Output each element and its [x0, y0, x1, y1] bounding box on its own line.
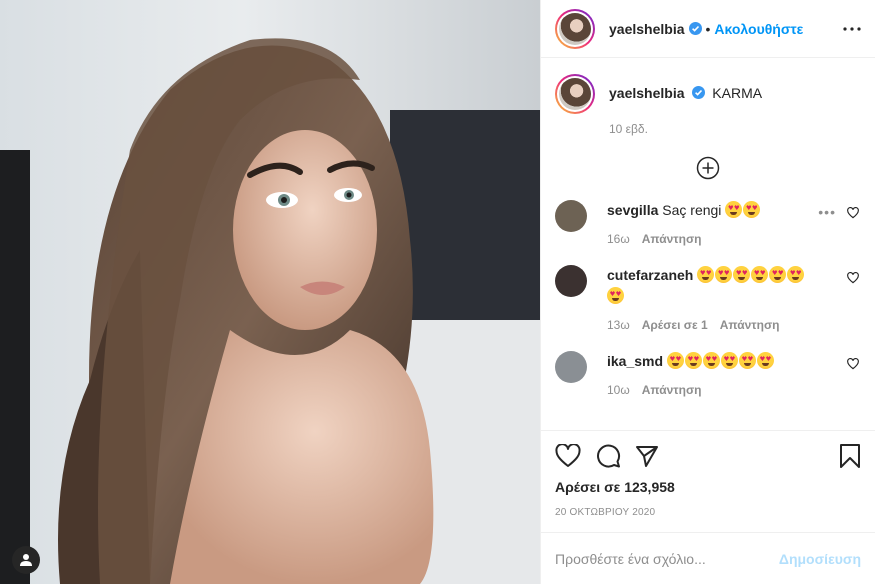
comment-options-icon[interactable]: ••• [818, 204, 836, 220]
tagged-users-button[interactable] [12, 546, 40, 574]
author-avatar[interactable] [555, 8, 595, 49]
heart-icon [555, 444, 581, 467]
reply-button[interactable]: Απάντηση [642, 383, 702, 397]
star-struck-emoji-icon [666, 352, 684, 369]
comment-likes[interactable]: Αρέσει σε 1 [642, 318, 708, 332]
comment-item: cutefarzaneh 13ω Αρέσει σε 1 Απάντηση [555, 265, 861, 336]
star-struck-emoji-icon [738, 352, 756, 369]
star-struck-emoji-icon [684, 352, 702, 369]
comment-input[interactable] [555, 550, 779, 567]
commenter-username[interactable]: cutefarzaneh [607, 267, 693, 283]
portrait-image [0, 0, 540, 584]
post-photo[interactable] [0, 0, 540, 584]
star-struck-emoji-icon [715, 266, 733, 283]
comment-time[interactable]: 10ω [607, 383, 630, 397]
caption-time[interactable]: 10 εβδ. [609, 120, 762, 138]
plus-circle-icon [696, 156, 720, 180]
share-button[interactable] [635, 444, 659, 468]
follow-button[interactable]: Ακολουθήστε [714, 21, 803, 37]
bookmark-icon [840, 444, 860, 468]
comment-item: ika_smd 10ω Απάντηση [555, 351, 861, 401]
post-side-panel: yaelshelbia • Ακολουθήστε yaelshelbia KA… [540, 0, 875, 584]
reply-button[interactable]: Απάντηση [720, 318, 780, 332]
commenter-avatar[interactable] [555, 265, 587, 297]
heart-icon [847, 271, 859, 284]
verified-badge-icon [688, 22, 702, 35]
comment-item: sevgilla Saç rengi 16ω Απάντηση ••• [555, 200, 861, 250]
star-struck-emoji-icon [697, 266, 715, 283]
likes-count[interactable]: Αρέσει σε 123,958 [555, 479, 861, 495]
more-options-button[interactable] [843, 26, 861, 31]
comment-like-button[interactable] [847, 206, 859, 224]
commenter-username[interactable]: ika_smd [607, 353, 663, 369]
star-struck-emoji-icon [725, 201, 743, 218]
verified-badge-icon [692, 86, 706, 99]
comment-text: Saç rengi [662, 202, 722, 218]
commenter-username[interactable]: sevgilla [607, 202, 658, 218]
author-username[interactable]: yaelshelbia [609, 21, 685, 37]
instagram-post: yaelshelbia • Ακολουθήστε yaelshelbia KA… [0, 0, 875, 584]
star-struck-emoji-icon [756, 352, 774, 369]
comment-like-button[interactable] [847, 271, 859, 289]
star-struck-emoji-icon [720, 352, 738, 369]
post-date[interactable]: 20 ΟΚΤΩΒΡΙΟΥ 2020 [555, 507, 861, 518]
paper-plane-icon [636, 446, 658, 467]
reply-button[interactable]: Απάντηση [642, 232, 702, 246]
post-actions: Αρέσει σε 123,958 20 ΟΚΤΩΒΡΙΟΥ 2020 [541, 430, 875, 518]
comment-like-button[interactable] [847, 357, 859, 375]
save-button[interactable] [839, 443, 861, 469]
star-struck-emoji-icon [769, 266, 787, 283]
star-struck-emoji-icon [787, 266, 805, 283]
star-struck-emoji-icon [751, 266, 769, 283]
caption-username[interactable]: yaelshelbia [609, 85, 685, 101]
star-struck-emoji-icon [733, 266, 751, 283]
star-struck-emoji-icon [743, 201, 761, 218]
comment-time[interactable]: 13ω [607, 318, 630, 332]
comment-button[interactable] [595, 443, 621, 469]
separator-dot: • [705, 20, 711, 37]
comment-list: sevgilla Saç rengi 16ω Απάντηση ••• cutefar… [555, 200, 861, 401]
caption-text: KARMA [712, 85, 763, 101]
star-struck-emoji-icon [607, 287, 624, 304]
load-more-comments-button[interactable] [555, 156, 861, 180]
user-icon [20, 554, 32, 566]
heart-icon [847, 206, 859, 219]
commenter-avatar[interactable] [555, 351, 587, 383]
heart-icon [847, 357, 859, 370]
star-struck-emoji-icon [702, 352, 720, 369]
post-comment-button[interactable]: Δημοσίευση [779, 551, 861, 567]
comment-icon [597, 444, 621, 468]
post-header: yaelshelbia • Ακολουθήστε [541, 0, 875, 58]
caption: yaelshelbia KARMA 10 εβδ. [555, 74, 861, 138]
like-button[interactable] [555, 444, 581, 468]
caption-avatar[interactable] [555, 74, 595, 114]
commenter-avatar[interactable] [555, 200, 587, 232]
comment-time[interactable]: 16ω [607, 232, 630, 246]
comments-section[interactable]: yaelshelbia KARMA 10 εβδ. sevgilla Saç r… [541, 58, 875, 430]
add-comment-bar: Δημοσίευση [541, 532, 875, 584]
more-horizontal-icon [843, 26, 861, 31]
